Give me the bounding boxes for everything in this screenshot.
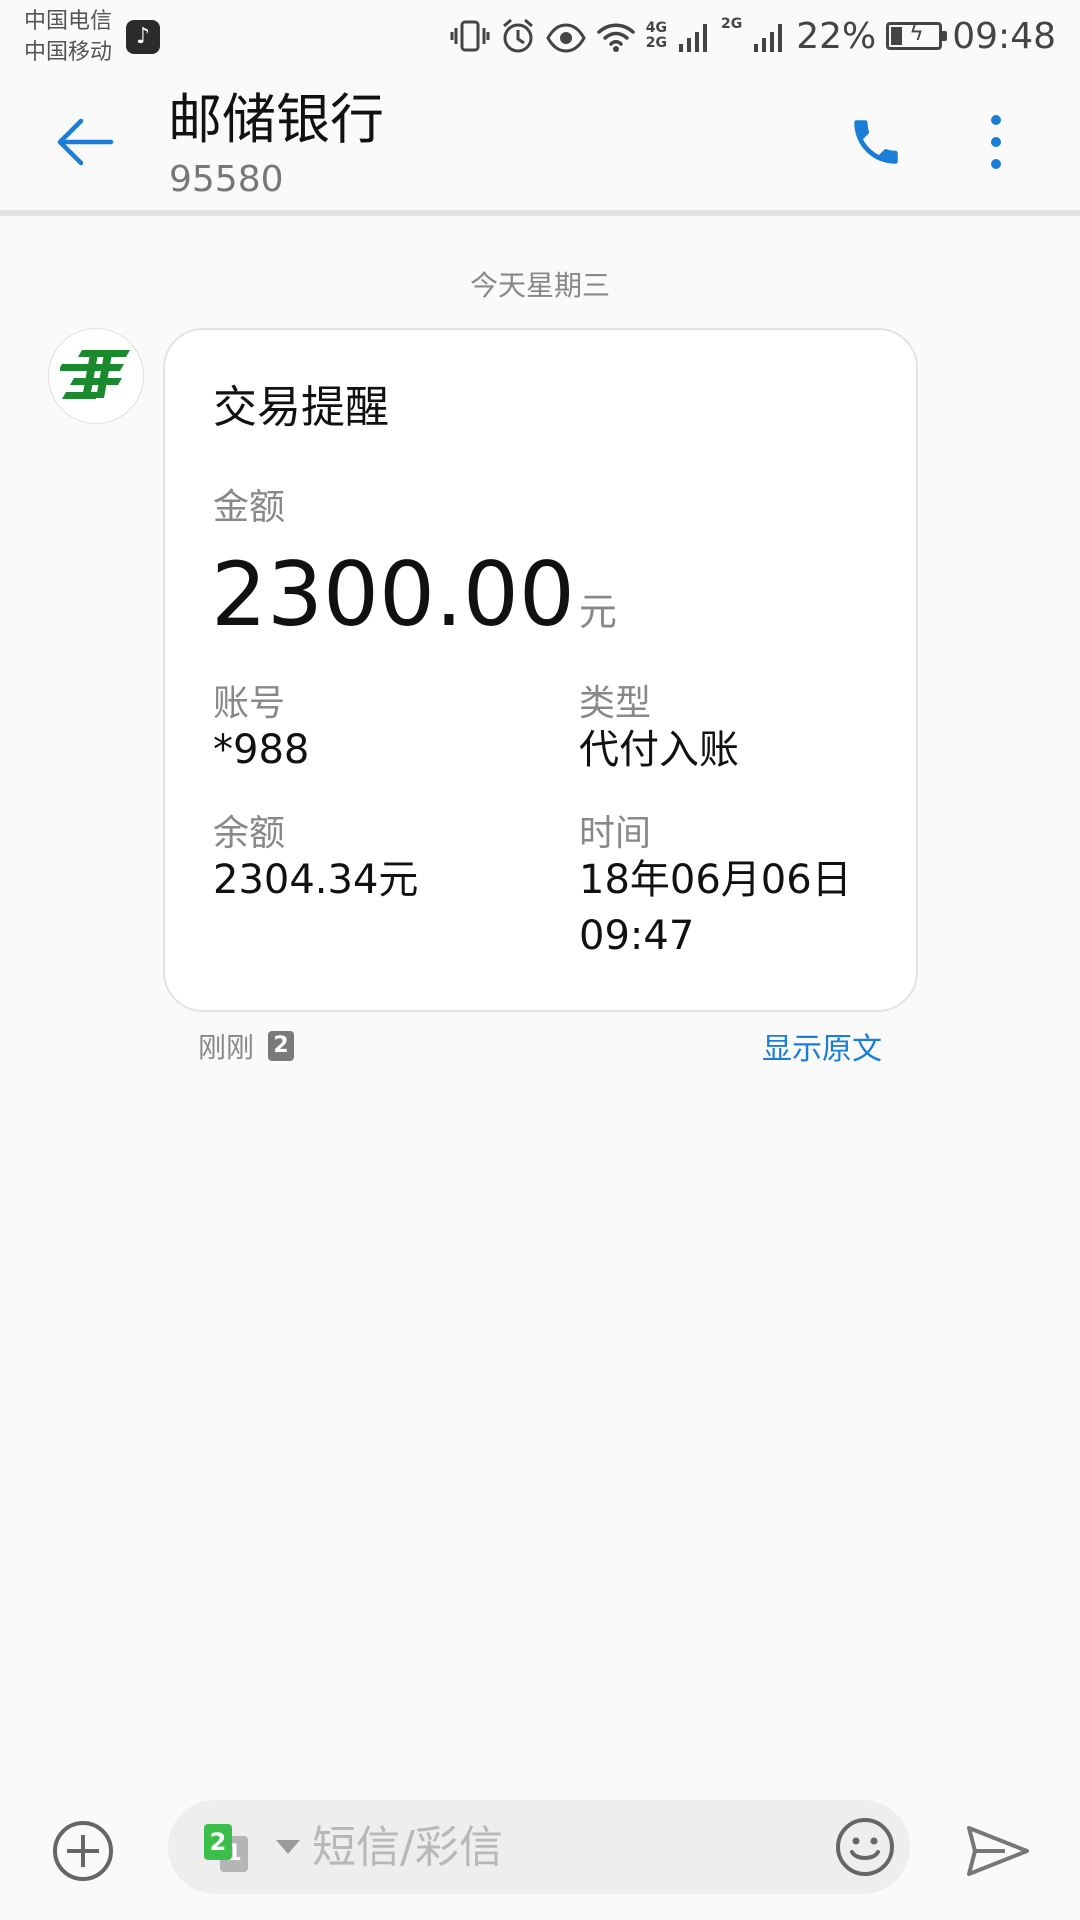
battery-percent: 22% [796, 15, 877, 57]
signal-1-icon [679, 24, 707, 52]
time-label: 时间 [579, 813, 652, 854]
battery-level [891, 27, 903, 45]
date-separator: 今天星期三 [469, 269, 610, 302]
postal-bank-logo-icon [60, 350, 130, 399]
time-value-date: 18年06月06日 [579, 857, 852, 903]
send-button[interactable] [962, 1818, 1034, 1884]
bank-avatar[interactable] [48, 328, 144, 424]
message-timestamp: 刚刚 [198, 1031, 255, 1064]
carrier-info: 中国电信 中国移动 [24, 6, 112, 68]
plus-circle-icon [53, 1821, 113, 1881]
wifi-icon [597, 23, 635, 52]
amount-label: 金额 [213, 487, 286, 528]
amount-value: 2300.00 [211, 543, 575, 646]
time-value-clock: 09:47 [579, 913, 695, 959]
send-icon [967, 1826, 1029, 1876]
sim-switch-button[interactable]: 2 1 [204, 1824, 262, 1872]
phone-icon [854, 120, 898, 164]
signal-2-icon [754, 24, 783, 52]
account-value: *988 [213, 727, 310, 773]
account-label: 账号 [213, 683, 286, 724]
card-title: 交易提醒 [213, 382, 389, 433]
message-composer: 2 1 [168, 1800, 910, 1894]
show-original-link[interactable]: 显示原文 [762, 1024, 882, 1068]
message-input[interactable] [312, 1818, 732, 1876]
status-icons: 4G 2G 2G 22% ϟ 09:48 [450, 12, 1056, 60]
type-label: 类型 [579, 683, 652, 724]
sim-2-icon: 2 [204, 1824, 232, 1860]
battery-icon: ϟ [886, 21, 948, 50]
smiley-icon [836, 1818, 894, 1876]
network-3: 2G [721, 16, 743, 32]
sim-card-icon: 2 [268, 1031, 295, 1061]
conversation-header: 邮储银行 95580 [0, 72, 1080, 210]
contact-number: 95580 [169, 159, 284, 200]
contact-name: 邮储银行 [168, 88, 384, 151]
amount-unit: 元 [578, 590, 617, 634]
network-2: 2G [645, 35, 667, 51]
clock: 09:48 [952, 15, 1056, 57]
type-value: 代付入账 [579, 727, 739, 773]
more-options-button[interactable] [970, 106, 1022, 178]
tiktok-notification-icon: ♪ [126, 20, 160, 54]
charging-icon: ϟ [909, 21, 924, 46]
more-vertical-icon [991, 115, 1001, 169]
status-bar: 中国电信 中国移动 ♪ 4G 2G 2G 22% ϟ 09:48 [0, 0, 1080, 72]
carrier-2: 中国移动 [24, 40, 113, 65]
message-meta: 刚刚 2 [198, 1026, 295, 1066]
emoji-button[interactable] [832, 1814, 898, 1880]
chevron-down-icon[interactable] [276, 1840, 300, 1854]
add-attachment-button[interactable] [50, 1818, 116, 1884]
eye-comfort-icon [546, 23, 586, 53]
carrier-1: 中国电信 [24, 9, 113, 34]
signal-1-label: 4G 2G [646, 21, 667, 51]
call-button[interactable] [840, 106, 912, 178]
transaction-message-card[interactable]: 交易提醒 金额 2300.00 元 账号 *988 类型 代付入账 余额 230… [163, 328, 918, 1012]
back-button[interactable] [40, 102, 130, 182]
header-divider [0, 210, 1080, 216]
amount: 2300.00 元 [211, 540, 617, 650]
arrow-left-icon [57, 118, 114, 166]
balance-value: 2304.34元 [213, 857, 419, 903]
alarm-icon [502, 18, 533, 53]
vibrate-icon [450, 20, 490, 52]
balance-label: 余额 [213, 813, 286, 854]
network-1: 4G [645, 20, 667, 36]
